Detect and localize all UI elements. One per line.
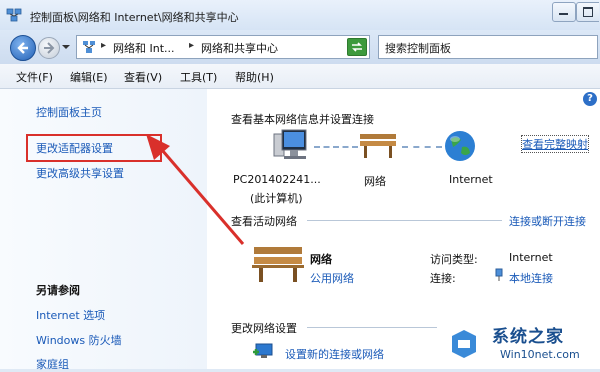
title-bar: 控制面板\网络和 Internet\网络和共享中心 [0,0,600,30]
menu-bar: 文件(F) 编辑(E) 查看(V) 工具(T) 帮助(H) [0,64,600,89]
menu-file[interactable]: 文件(F) [16,69,53,85]
map-node-network-label: 网络 [364,175,386,188]
connect-disconnect-link[interactable]: 连接或断开连接 [509,213,586,229]
see-also-internet-options[interactable]: Internet 选项 [36,307,105,323]
view-full-map-link[interactable]: 查看完整映射 [521,135,589,153]
section-divider [307,220,502,221]
maximize-button[interactable] [576,2,599,22]
help-icon[interactable]: ? [583,92,597,106]
minimize-button[interactable] [552,2,576,22]
section-divider [307,327,437,328]
basic-info-heading: 查看基本网络信息并设置连接 [231,113,374,126]
network-center-icon [6,8,22,22]
change-settings-heading: 更改网络设置 [231,322,297,335]
see-also-windows-firewall[interactable]: Windows 防火墙 [36,332,122,348]
new-connection-icon [253,343,273,358]
refresh-icon [352,42,362,52]
access-type-label: 访问类型: [430,253,478,266]
breadcrumb-network-internet[interactable]: 网络和 Int... [113,40,175,56]
map-connector-1 [314,146,358,148]
recent-pages-dropdown-icon[interactable] [61,42,71,52]
search-box[interactable]: 搜索控制面板 [378,35,598,59]
breadcrumb-separator-icon[interactable]: ▸ [189,40,194,51]
navigation-bar: ▸ 网络和 Int... ▸ 网络和共享中心 搜索控制面板 [0,30,600,64]
see-also-heading: 另请参阅 [36,284,80,297]
search-input[interactable]: 搜索控制面板 [385,40,451,56]
address-bar[interactable]: ▸ 网络和 Int... ▸ 网络和共享中心 [76,35,370,59]
local-connection-link[interactable]: 本地连接 [509,270,553,286]
computer-icon [273,129,307,159]
map-node-internet-label: Internet [449,173,493,186]
breadcrumb-sharing-center[interactable]: 网络和共享中心 [201,40,278,56]
map-connector-2 [402,146,442,148]
setup-new-connection-link[interactable]: 设置新的连接或网络 [285,346,384,362]
globe-icon [445,131,475,161]
back-arrow-icon [17,42,28,54]
menu-edit[interactable]: 编辑(E) [70,69,108,85]
forward-arrow-icon [44,42,55,54]
network-folder-icon [83,41,95,53]
window-title: 控制面板\网络和 Internet\网络和共享中心 [30,11,239,24]
refresh-button[interactable] [347,38,367,56]
watermark-site: Win10net.com [500,348,580,361]
breadcrumb-separator-icon[interactable]: ▸ [101,40,106,51]
forward-button[interactable] [38,37,60,59]
active-network-name: 网络 [310,253,332,266]
see-also-homegroup[interactable]: 家庭组 [36,356,69,372]
back-button[interactable] [10,35,36,61]
menu-help[interactable]: 帮助(H) [235,69,274,85]
annotation-arrow-icon [146,134,245,245]
menu-view[interactable]: 查看(V) [124,69,162,85]
access-type-value: Internet [509,251,553,264]
bench-network-icon [252,247,304,282]
network-type-link[interactable]: 公用网络 [310,270,354,286]
watermark-brand: 系统之家 [492,327,564,347]
connections-label: 连接: [430,272,456,285]
map-node-computer-sub: (此计算机) [250,192,303,205]
menu-tools[interactable]: 工具(T) [180,69,217,85]
sidebar-item-control-panel-home[interactable]: 控制面板主页 [36,104,102,120]
bench-network-icon [360,134,396,158]
ethernet-icon [495,268,503,281]
sidebar-item-advanced-sharing[interactable]: 更改高级共享设置 [36,165,124,181]
